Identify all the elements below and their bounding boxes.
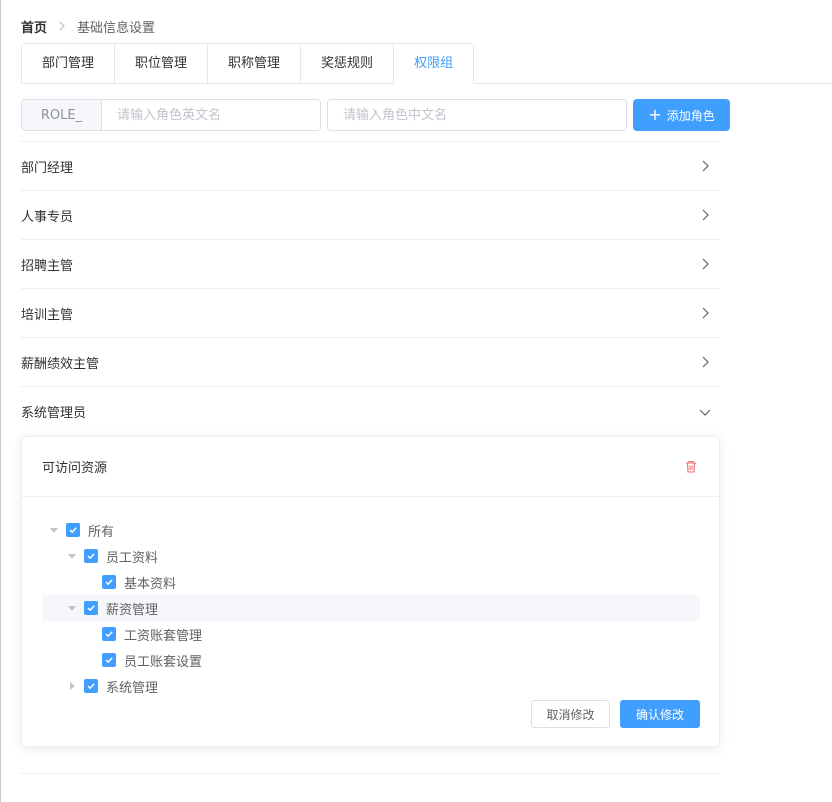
resource-card-title: 可访问资源: [42, 461, 108, 476]
trash-icon[interactable]: [683, 459, 699, 475]
checkbox-checked[interactable]: [84, 679, 98, 693]
tree-node[interactable]: 员工资料: [42, 543, 700, 569]
caret-placeholder: [78, 569, 102, 595]
add-role-label: 添加角色: [666, 108, 715, 123]
role-name: 部门经理: [21, 160, 74, 176]
tree-node-label: 工资账套管理: [124, 628, 203, 644]
role-item[interactable]: 招聘主管: [21, 240, 720, 289]
tree-node-label: 员工账套设置: [124, 654, 203, 670]
checkbox-checked[interactable]: [102, 575, 116, 589]
tree-node-label: 系统管理: [106, 680, 159, 696]
chevron-right-icon: [698, 306, 712, 320]
checkbox-checked[interactable]: [102, 653, 116, 667]
tab-rewards[interactable]: 奖惩规则: [300, 44, 394, 84]
role-cn-name-input[interactable]: [327, 99, 627, 131]
role-en-input-group: ROLE_: [21, 99, 321, 131]
tree-node[interactable]: 薪资管理: [42, 595, 700, 621]
role-item-expanded[interactable]: 系统管理员: [21, 387, 720, 436]
caret-placeholder: [78, 621, 102, 647]
checkbox-checked[interactable]: [84, 549, 98, 563]
breadcrumb-current: 基础信息设置: [77, 20, 156, 36]
tree-node-label: 员工资料: [106, 550, 159, 566]
cancel-button[interactable]: 取消修改: [531, 700, 610, 728]
role-name: 系统管理员: [21, 406, 87, 421]
tab-job-title[interactable]: 职称管理: [207, 44, 301, 84]
chevron-down-icon: [698, 405, 712, 419]
checkbox-checked[interactable]: [102, 627, 116, 641]
list-bottom-divider: [21, 773, 720, 774]
role-prefix: ROLE_: [22, 100, 102, 130]
caret-down-icon[interactable]: [60, 595, 84, 621]
chevron-right-icon: [698, 257, 712, 271]
role-name: 招聘主管: [21, 258, 74, 274]
plus-icon: +: [648, 105, 662, 124]
breadcrumb-home[interactable]: 首页: [21, 17, 47, 36]
tree-node[interactable]: 基本资料: [42, 569, 700, 595]
tab-department[interactable]: 部门管理: [22, 44, 115, 84]
role-item[interactable]: 培训主管: [21, 289, 720, 338]
breadcrumb: 首页 基础信息设置: [21, 17, 156, 36]
caret-down-icon[interactable]: [60, 543, 84, 569]
caret-right-icon[interactable]: [60, 673, 84, 699]
checkbox-checked[interactable]: [84, 601, 98, 615]
tree-node[interactable]: 系统管理: [42, 673, 700, 699]
chevron-right-icon: [698, 159, 712, 173]
checkbox-checked[interactable]: [66, 523, 80, 537]
role-collapse-list: 部门经理 人事专员 招聘主管 培训主管 薪酬绩效主管 系统管理员: [21, 141, 720, 436]
resource-card: 可访问资源 所有 员工资料 基本资料 薪资管理 工资账套管理 员工账套设置 系统…: [21, 436, 720, 747]
resource-card-header: 可访问资源: [22, 437, 719, 497]
add-role-button[interactable]: + 添加角色: [633, 99, 730, 131]
tree-node[interactable]: 所有: [42, 517, 700, 543]
left-divider: [0, 0, 1, 802]
caret-placeholder: [78, 647, 102, 673]
role-name: 培训主管: [21, 307, 74, 323]
role-item[interactable]: 部门经理: [21, 142, 720, 191]
chevron-right-icon: [698, 208, 712, 222]
chevron-right-icon: [698, 355, 712, 369]
role-item[interactable]: 人事专员: [21, 191, 720, 240]
tree-node[interactable]: 工资账套管理: [42, 621, 700, 647]
role-en-name-input[interactable]: [102, 100, 320, 130]
tree-node-label: 基本资料: [124, 576, 177, 592]
tree-node-label: 薪资管理: [106, 602, 159, 618]
tab-permission-group[interactable]: 权限组: [393, 44, 474, 85]
role-item[interactable]: 薪酬绩效主管: [21, 338, 720, 387]
tree-node[interactable]: 员工账套设置: [42, 647, 700, 673]
tree-node-label: 所有: [88, 524, 115, 540]
settings-tabs: 部门管理 职位管理 职称管理 奖惩规则 权限组: [21, 43, 475, 85]
role-name: 人事专员: [21, 209, 74, 225]
caret-down-icon[interactable]: [42, 517, 66, 543]
confirm-button[interactable]: 确认修改: [620, 700, 700, 728]
tab-position[interactable]: 职位管理: [114, 44, 208, 84]
chevron-right-icon: [57, 21, 67, 31]
role-name: 薪酬绩效主管: [21, 356, 100, 372]
